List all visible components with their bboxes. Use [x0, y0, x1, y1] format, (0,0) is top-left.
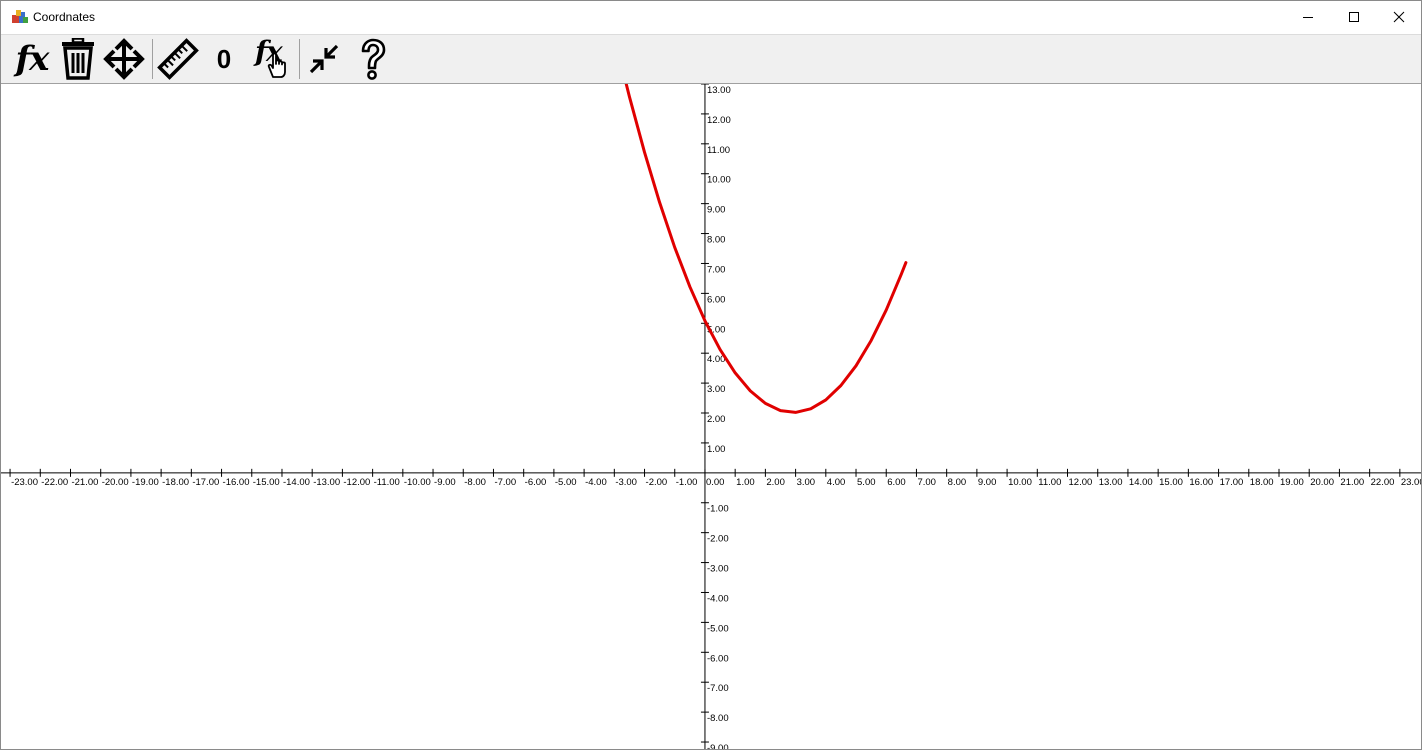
select-function-glyph: fx [249, 35, 293, 81]
measure-button[interactable] [155, 36, 201, 82]
maximize-icon [1349, 12, 1359, 22]
x-tick-label: 20.00 [1310, 477, 1334, 488]
question-mark-icon [361, 38, 386, 80]
y-tick-label: 13.00 [707, 85, 731, 96]
y-tick-label: 6.00 [707, 294, 726, 305]
x-tick-label: 2.00 [766, 477, 785, 488]
y-tick-label: 1.00 [707, 444, 726, 455]
x-tick-label: -15.00 [253, 477, 280, 488]
x-tick-label: -12.00 [343, 477, 370, 488]
x-tick-label: 5.00 [857, 477, 876, 488]
minimize-icon [1303, 17, 1313, 18]
pan-button[interactable] [101, 36, 147, 82]
ruler-icon [157, 38, 199, 80]
toolbar-separator [299, 39, 300, 79]
move-arrows-icon [103, 38, 145, 80]
x-tick-label: -16.00 [223, 477, 250, 488]
x-tick-label: -17.00 [192, 477, 219, 488]
x-tick-label: 21.00 [1340, 477, 1364, 488]
x-tick-label: 12.00 [1069, 477, 1093, 488]
y-tick-label: -2.00 [707, 534, 729, 545]
coordinate-plane[interactable]: -23.00 -22.00 -21.00 -20.00 -19.00 -18.00 -17.… [1, 84, 1421, 750]
x-tick-label: -1.00 [676, 477, 698, 488]
x-tick-label: 16.00 [1189, 477, 1213, 488]
origin-button[interactable]: 0 [201, 36, 247, 82]
x-tick-label: 11.00 [1038, 477, 1061, 488]
title-bar[interactable]: Coordnates [1, 1, 1421, 34]
trash-icon [62, 38, 94, 80]
y-tick-label: 8.00 [707, 235, 726, 246]
x-tick-label: 8.00 [948, 477, 967, 488]
x-tick-label: -22.00 [41, 477, 68, 488]
x-tick-label: 23.00 [1401, 477, 1421, 488]
fit-view-button[interactable] [301, 36, 347, 82]
x-tick-label: 13.00 [1099, 477, 1123, 488]
x-tick-label: 22.00 [1371, 477, 1395, 488]
help-button[interactable] [350, 36, 396, 82]
y-tick-label: -6.00 [707, 653, 729, 664]
y-tick-label: 7.00 [707, 264, 726, 275]
y-tick-label: -1.00 [707, 504, 729, 515]
x-tick-label: 19.00 [1280, 477, 1304, 488]
x-tick-label: -19.00 [132, 477, 159, 488]
maximize-button[interactable] [1331, 1, 1377, 33]
x-tick-label: -20.00 [102, 477, 129, 488]
x-tick-label: 6.00 [887, 477, 906, 488]
add-function-button[interactable]: fx [9, 36, 55, 82]
y-tick-label: -4.00 [707, 593, 729, 604]
x-tick-label: 15.00 [1159, 477, 1183, 488]
x-tick-label: -4.00 [585, 477, 607, 488]
x-tick-label: 3.00 [797, 477, 816, 488]
hand-pointer-icon [267, 52, 286, 78]
x-tick-label: -14.00 [283, 477, 310, 488]
x-tick-label: -5.00 [555, 477, 577, 488]
function-curve [624, 84, 908, 414]
toolbar-separator [152, 39, 153, 79]
x-tick-label: 14.00 [1129, 477, 1153, 488]
origin-label: 0 [216, 43, 232, 74]
y-tick-label: 2.00 [707, 414, 726, 425]
x-tick-label: -3.00 [615, 477, 637, 488]
select-function-button[interactable]: fx [248, 35, 294, 82]
x-tick-label: -11.00 [374, 477, 400, 488]
x-tick-label: 18.00 [1250, 477, 1274, 488]
y-tick-label: 12.00 [707, 115, 731, 126]
x-tick-label: 1.00 [736, 477, 755, 488]
y-tick-label: -9.00 [707, 743, 729, 750]
delete-button[interactable] [55, 36, 101, 82]
x-tick-label: 4.00 [827, 477, 846, 488]
toolbar: fx 0 fx [1, 34, 1421, 84]
x-tick-label: 17.00 [1220, 477, 1244, 488]
x-tick-label: -7.00 [494, 477, 516, 488]
shrink-arrows-icon [309, 44, 339, 74]
x-tick-label: 9.00 [978, 477, 997, 488]
x-tick-label: -9.00 [434, 477, 456, 488]
x-tick-label: -21.00 [71, 477, 98, 488]
close-button[interactable] [1376, 1, 1421, 33]
y-tick-label: -7.00 [707, 683, 729, 694]
x-tick-label: -2.00 [646, 477, 668, 488]
close-icon [1393, 11, 1405, 23]
x-tick-label: -10.00 [404, 477, 431, 488]
x-tick-label: 0.00 [706, 477, 725, 488]
y-tick-label: -3.00 [707, 564, 729, 575]
y-tick-label: 11.00 [707, 145, 730, 156]
x-tick-label: -18.00 [162, 477, 189, 488]
y-tick-label: 10.00 [707, 175, 731, 186]
x-tick-label: 10.00 [1008, 477, 1032, 488]
y-tick-label: -8.00 [707, 713, 729, 724]
x-tick-label: -8.00 [464, 477, 486, 488]
minimize-button[interactable] [1285, 1, 1331, 33]
x-tick-label: -23.00 [11, 477, 38, 488]
app-window: Coordnates fx 0 fx -23.00 -22.00 -21.00 … [0, 0, 1422, 750]
x-tick-label: -6.00 [525, 477, 547, 488]
y-tick-label: 3.00 [707, 384, 726, 395]
window-title: Coordnates [33, 10, 96, 24]
y-tick-label: 9.00 [707, 205, 726, 216]
x-tick-label: -13.00 [313, 477, 340, 488]
function-icon: fx [15, 39, 50, 79]
y-tick-label: -5.00 [707, 623, 729, 634]
x-tick-label: 7.00 [917, 477, 936, 488]
app-icon [12, 10, 28, 23]
